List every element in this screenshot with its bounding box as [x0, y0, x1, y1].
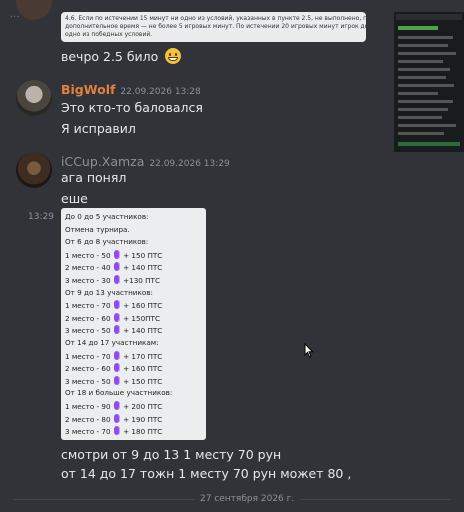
prize-row: 2 место - 60 + 150ПТС	[65, 312, 160, 323]
timestamp: 22.09.2026 13:28	[120, 87, 201, 97]
rune-coin-icon	[113, 249, 120, 259]
prize-row: 3 место - 50 + 140 ПТС	[65, 325, 163, 336]
message-header-xamza: iCCup.Xamza 22.09.2026 13:29	[61, 154, 230, 169]
prize-row: 1 место - 70 + 170 ПТС	[65, 350, 163, 361]
prize-row: 2 место - 40 + 140 ПТС	[65, 262, 163, 273]
username-bigwolf[interactable]: BigWolf	[61, 82, 115, 97]
embed-line: одно из победных условий.	[65, 31, 153, 38]
prize-row: 2 место - 80 + 190 ПТС	[65, 413, 163, 424]
prize-row: От 9 до 13 участников:	[65, 287, 153, 297]
embed-line: дополнительное время — не более 5 игровы…	[65, 23, 422, 30]
avatar-bigwolf[interactable]	[16, 80, 52, 116]
prize-row: 1 место - 70 + 160 ПТС	[65, 300, 163, 311]
avatar-previous[interactable]	[16, 0, 52, 20]
toolbar-dots: ···	[10, 12, 20, 23]
message-text: Я исправил	[61, 121, 136, 136]
message-text: от 14 до 17 тожн 1 месту 70 рун может 80…	[61, 466, 352, 481]
rules-embed-image[interactable]: 4.6. Если по истечении 15 минут ни одно …	[61, 12, 422, 42]
divider-line-right	[300, 499, 450, 500]
prize-row: 3 место - 30 +130 ПТС	[65, 275, 160, 285]
message-text-vechro: вечро 2.5 било	[61, 48, 182, 64]
grinning-emoji-icon	[165, 48, 182, 64]
rune-coin-icon	[113, 350, 120, 360]
prize-row: От 6 до 8 участников:	[65, 237, 149, 247]
embed-line: 4.6. Если по истечении 15 минут ни одно …	[65, 15, 418, 22]
date-divider: 27 сентября 2026 г.	[200, 494, 295, 504]
divider-line-left	[14, 499, 194, 500]
rune-coin-icon	[113, 363, 120, 373]
timestamp: 22.09.2026 13:29	[149, 159, 230, 169]
prize-row: 3 место - 70 + 180 ПТС	[65, 426, 163, 437]
prize-row: От 18 и больше участников:	[65, 388, 173, 398]
message-text: смотри от 9 до 13 1 месту 70 рун	[61, 447, 282, 462]
rune-coin-icon	[113, 312, 120, 322]
rune-coin-icon	[113, 375, 120, 385]
message-timestamp: 13:29	[28, 212, 54, 222]
message-text: ага понял	[61, 170, 127, 185]
avatar-xamza[interactable]	[16, 152, 52, 188]
rune-coin-icon	[113, 300, 120, 310]
rune-coin-icon	[113, 325, 120, 335]
prize-row: Отмена турнира.	[65, 224, 130, 234]
rune-coin-icon	[113, 426, 120, 436]
prize-row: 2 место - 60 + 160 ПТС	[65, 363, 163, 374]
message-text: вечро 2.5 било	[61, 49, 159, 64]
prize-row: От 14 до 17 участникам:	[65, 338, 159, 347]
message-header-bigwolf: BigWolf 22.09.2026 13:28	[61, 82, 201, 97]
message-text: Это кто-то баловался	[61, 100, 203, 115]
prize-table-image[interactable]: До 0 до 5 участников: Отмена турнира. От 6…	[61, 208, 206, 440]
rune-coin-icon	[113, 413, 120, 423]
screenshot-thumbnail[interactable]	[394, 12, 464, 152]
rune-coin-icon	[113, 401, 120, 410]
rune-coin-icon	[113, 262, 120, 272]
prize-row: 1 место - 50 + 150 ПТС	[65, 249, 163, 260]
username-xamza[interactable]: iCCup.Xamza	[61, 154, 144, 169]
message-text: еше	[61, 191, 88, 206]
prize-row: До 0 до 5 участников:	[65, 212, 149, 221]
rune-coin-icon	[113, 275, 120, 284]
prize-row: 3 место - 50 + 150 ПТС	[65, 375, 163, 386]
prize-row: 1 место - 90 + 200 ПТС	[65, 401, 163, 411]
mouse-cursor-icon	[304, 342, 314, 361]
